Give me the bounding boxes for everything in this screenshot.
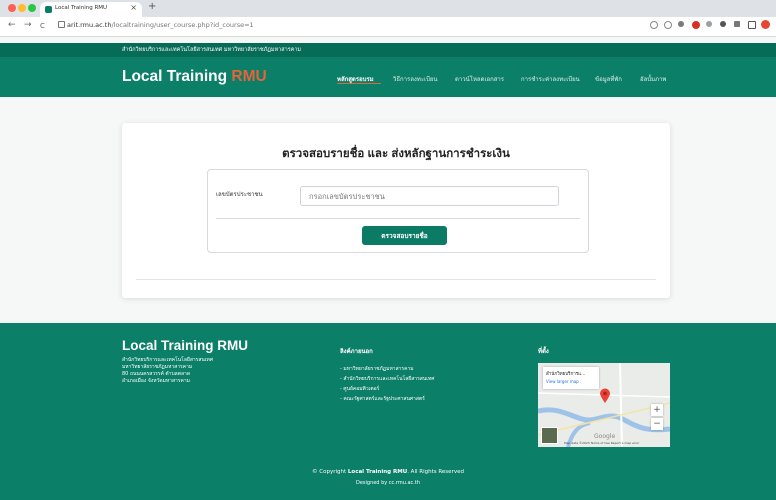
view-larger-map-link[interactable]: View larger map bbox=[546, 379, 579, 384]
designed-by: Designed by cc.rmu.ac.th bbox=[355, 480, 421, 486]
nav-item-payment[interactable]: การชำระค่าลงทะเบียน bbox=[521, 74, 580, 84]
reading-list-icon[interactable] bbox=[734, 21, 740, 27]
external-link[interactable]: - มหาวิทยาลัยราชภัฏมหาสารคาม bbox=[340, 365, 414, 373]
site-footer: Local Training RMU สำนักวิทยบริการและเทค… bbox=[0, 323, 776, 500]
footer-title: Local Training RMU bbox=[122, 338, 249, 353]
id-card-label: เลขบัตรประชาชน bbox=[216, 191, 263, 198]
url-host: arit.rmu.ac.th bbox=[67, 21, 112, 29]
map-pin-icon[interactable] bbox=[599, 388, 611, 404]
back-button[interactable]: ← bbox=[8, 20, 16, 30]
check-registration-card: ตรวจสอบรายชื่อ และ ส่งหลักฐานการชำระเงิน… bbox=[122, 123, 670, 298]
sidebar-toggle-icon[interactable] bbox=[748, 21, 756, 29]
id-card-placeholder: กรอกเลขบัตรประชาชน bbox=[309, 192, 385, 201]
close-window-dot[interactable] bbox=[8, 4, 16, 12]
minimize-window-dot[interactable] bbox=[18, 4, 26, 12]
check-list-button-label: ตรวจสอบรายชื่อ bbox=[381, 232, 428, 240]
address-bar-row: ← → C arit.rmu.ac.th/localtraining/user_… bbox=[0, 17, 776, 37]
tab-title: Local Training RMU bbox=[55, 5, 108, 11]
nav-item-registration-method[interactable]: วิธีการลงทะเบียน bbox=[393, 74, 438, 84]
nav-item-album[interactable]: อัลบั้มภาพ bbox=[640, 74, 666, 84]
new-tab-button[interactable]: + bbox=[148, 1, 156, 12]
lock-icon bbox=[58, 21, 65, 28]
map-place-name: สำนักวิทยบริการแ... bbox=[546, 372, 586, 377]
map-attribution: Map data ©2023 Terms of Use Report a map… bbox=[564, 441, 640, 445]
maximize-window-dot[interactable] bbox=[28, 4, 36, 12]
url-field[interactable]: arit.rmu.ac.th/localtraining/user_course… bbox=[67, 21, 254, 29]
favicon-icon bbox=[45, 6, 52, 13]
site-logo[interactable]: Local Training RMU bbox=[122, 68, 267, 86]
external-link[interactable]: - ศูนย์คอมพิวเตอร์ bbox=[340, 385, 379, 393]
bookmark-star-icon[interactable] bbox=[664, 21, 672, 29]
page-title: ตรวจสอบรายชื่อ และ ส่งหลักฐานการชำระเงิน bbox=[282, 148, 510, 160]
reload-button[interactable]: C bbox=[40, 22, 45, 30]
active-nav-underline bbox=[337, 83, 381, 84]
nav-item-accommodation[interactable]: ข้อมูลที่พัก bbox=[595, 74, 622, 84]
extensions-puzzle-icon[interactable] bbox=[720, 21, 726, 27]
satellite-toggle[interactable] bbox=[541, 427, 558, 444]
extension-icon[interactable] bbox=[678, 21, 684, 27]
profile-avatar[interactable] bbox=[761, 20, 770, 29]
form-divider bbox=[216, 218, 580, 219]
copyright-suffix: . All Rights Reserved bbox=[407, 469, 464, 475]
browser-tab-strip: Local Training RMU × + bbox=[0, 0, 776, 17]
copyright: © Copyright Local Training RMU. All Righ… bbox=[0, 469, 776, 475]
browser-tab[interactable]: Local Training RMU × bbox=[40, 2, 142, 17]
brand-main-text: Local Training bbox=[122, 68, 232, 85]
zoom-out-button[interactable]: − bbox=[651, 418, 663, 430]
tab-close-icon[interactable]: × bbox=[130, 3, 137, 12]
brand-accent-text: RMU bbox=[231, 68, 267, 85]
nav-item-downloads[interactable]: ดาวน์โหลดเอกสาร bbox=[455, 74, 504, 84]
id-card-input[interactable]: กรอกเลขบัตรประชาชน bbox=[300, 186, 559, 206]
site-navbar: Local Training RMU หลักสูตรอบรม วิธีการล… bbox=[0, 57, 776, 97]
registration-form: เลขบัตรประชาชน กรอกเลขบัตรประชาชน ตรวจสอ… bbox=[207, 169, 589, 253]
forward-button[interactable]: → bbox=[24, 20, 32, 30]
external-links-heading: ลิงค์ภายนอก bbox=[340, 348, 373, 355]
external-link[interactable]: - สำนักวิทยบริการและเทคโนโลยีสารสนเทศ bbox=[340, 375, 434, 383]
card-bottom-divider bbox=[136, 279, 656, 280]
url-path: /localtraining/user_course.php?id_course… bbox=[111, 21, 254, 29]
copyright-brand: Local Training RMU bbox=[347, 469, 408, 475]
institution-name: สำนักวิทยบริการและเทคโนโลยีสารสนเทศ มหาว… bbox=[122, 47, 302, 53]
footer-address-line: อำเภอเมือง จังหวัดมหาสารคาม bbox=[122, 378, 190, 384]
site-top-strip: สำนักวิทยบริการและเทคโนโลยีสารสนเทศ มหาว… bbox=[0, 43, 776, 57]
extension-gray-icon[interactable] bbox=[706, 21, 712, 27]
extension-red-icon[interactable] bbox=[692, 21, 700, 29]
check-list-button[interactable]: ตรวจสอบรายชื่อ bbox=[362, 226, 447, 245]
zoom-in-button[interactable]: + bbox=[651, 404, 663, 416]
copyright-prefix: © Copyright bbox=[312, 469, 348, 475]
location-heading: ที่ตั้ง bbox=[538, 348, 549, 355]
map-info-box: สำนักวิทยบริการแ... View larger map bbox=[543, 367, 599, 389]
location-map[interactable]: สำนักวิทยบริการแ... View larger map + − … bbox=[538, 363, 670, 447]
external-link[interactable]: - คณะรัฐศาสตร์และรัฐประศาสนศาสตร์ bbox=[340, 395, 425, 403]
share-icon[interactable] bbox=[650, 21, 658, 29]
google-logo: Google bbox=[594, 433, 616, 440]
